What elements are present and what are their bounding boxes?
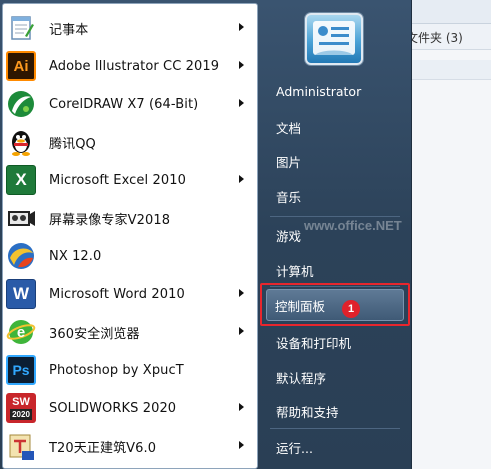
notepad-icon xyxy=(6,13,36,43)
submenu-arrow-icon xyxy=(239,23,244,31)
excel-icon: X xyxy=(6,165,36,195)
word-icon-text: W xyxy=(12,284,30,303)
photoshop-icon-text: Ps xyxy=(12,362,30,378)
program-item-t20[interactable]: T20天正建筑V6.0 xyxy=(6,428,250,464)
360-browser-icon: e xyxy=(6,317,36,347)
user-account-picture[interactable] xyxy=(305,13,363,65)
program-item-notepad[interactable]: 记事本 xyxy=(6,10,250,46)
solidworks-icon-year: 2020 xyxy=(10,408,32,420)
program-label: 屏幕录像专家V2018 xyxy=(49,212,171,228)
place-run[interactable]: 运行... xyxy=(264,432,408,462)
submenu-arrow-icon xyxy=(239,289,244,297)
annotation-step-badge: 1 xyxy=(342,300,360,318)
t20-icon xyxy=(6,431,36,461)
submenu-arrow-icon xyxy=(239,175,244,183)
place-label: Administrator xyxy=(276,83,362,99)
place-label: 计算机 xyxy=(276,263,314,279)
separator xyxy=(270,216,400,217)
place-help-support[interactable]: 帮助和支持 xyxy=(264,396,408,426)
submenu-arrow-icon xyxy=(239,327,244,335)
program-label: Photoshop by XpucT xyxy=(49,362,184,378)
coreldraw-icon xyxy=(6,89,36,119)
place-administrator[interactable]: Administrator xyxy=(264,76,408,106)
place-label: 默认程序 xyxy=(276,370,327,386)
place-label: 图片 xyxy=(276,154,302,170)
program-label: 腾讯QQ xyxy=(49,136,96,152)
program-item-word[interactable]: W Microsoft Word 2010 xyxy=(6,276,250,312)
place-documents[interactable]: 文档 xyxy=(264,112,408,142)
user-picture-icon xyxy=(313,21,355,55)
program-item-nx[interactable]: NX 12.0 xyxy=(6,238,250,274)
place-music[interactable]: 音乐 xyxy=(264,181,408,211)
program-label: SOLIDWORKS 2020 xyxy=(49,400,177,416)
program-label: CorelDRAW X7 (64-Bit) xyxy=(49,96,199,112)
separator xyxy=(270,428,400,429)
program-label: Adobe Illustrator CC 2019 xyxy=(49,58,220,74)
place-label: 帮助和支持 xyxy=(276,404,339,420)
program-item-screen-recorder[interactable]: 屏幕录像专家V2018 xyxy=(6,200,250,236)
program-item-qq[interactable]: 腾讯QQ xyxy=(6,124,250,160)
screen-recorder-icon xyxy=(6,203,36,233)
background-row xyxy=(400,60,491,80)
place-label: 设备和打印机 xyxy=(276,335,352,351)
program-label: 记事本 xyxy=(49,22,89,38)
excel-icon-text: X xyxy=(15,170,27,189)
submenu-arrow-icon xyxy=(239,441,244,449)
qq-penguin-icon xyxy=(6,127,36,157)
place-default-programs[interactable]: 默认程序 xyxy=(264,362,408,392)
place-label: 音乐 xyxy=(276,189,302,205)
place-computer[interactable]: 计算机 xyxy=(264,255,408,285)
place-label: 运行... xyxy=(276,440,313,456)
360-browser-icon-text: e xyxy=(17,324,25,341)
program-label: Microsoft Word 2010 xyxy=(49,286,185,302)
program-item-excel[interactable]: X Microsoft Excel 2010 xyxy=(6,162,250,198)
background-explorer-window: 文件夹 (3) xyxy=(400,0,491,469)
background-toolbar xyxy=(400,0,491,24)
annotation-highlight-box xyxy=(260,283,410,326)
program-label: NX 12.0 xyxy=(49,248,102,264)
submenu-arrow-icon xyxy=(239,403,244,411)
place-label: 游戏 xyxy=(276,228,302,244)
watermark: www.office.NET xyxy=(304,218,402,233)
folder-count-label: 文件夹 (3) xyxy=(406,31,463,45)
program-label: 360安全浏览器 xyxy=(49,326,140,342)
place-pictures[interactable]: 图片 xyxy=(264,146,408,176)
program-item-illustrator[interactable]: Ai Adobe Illustrator CC 2019 xyxy=(6,48,250,84)
program-label: T20天正建筑V6.0 xyxy=(49,440,157,456)
illustrator-icon-text: Ai xyxy=(13,57,29,75)
submenu-arrow-icon xyxy=(239,99,244,107)
place-label: 文档 xyxy=(276,120,302,136)
place-devices-printers[interactable]: 设备和打印机 xyxy=(264,327,408,357)
submenu-arrow-icon xyxy=(239,61,244,69)
solidworks-icon: SW 2020 xyxy=(6,393,36,423)
illustrator-icon: Ai xyxy=(6,51,36,81)
program-item-photoshop[interactable]: Ps Photoshop by XpucT xyxy=(6,352,250,388)
word-icon: W xyxy=(6,279,36,309)
photoshop-icon: Ps xyxy=(6,355,36,385)
program-label: Microsoft Excel 2010 xyxy=(49,172,186,188)
solidworks-icon-text: SW xyxy=(12,395,30,408)
program-item-360-browser[interactable]: e 360安全浏览器 xyxy=(6,314,250,350)
program-item-coreldraw[interactable]: CorelDRAW X7 (64-Bit) xyxy=(6,86,250,122)
program-item-solidworks[interactable]: SW 2020 SOLIDWORKS 2020 xyxy=(6,390,250,426)
nx-icon xyxy=(6,241,36,271)
